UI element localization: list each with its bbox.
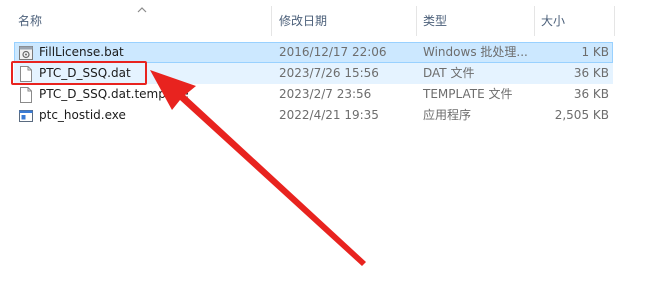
file-type: TEMPLATE 文件 (423, 87, 513, 101)
file-name: PTC_D_SSQ.dat.template (39, 87, 189, 101)
file-row-ptc-hostid-exe[interactable]: ptc_hostid.exe 2022/4/21 19:35 应用程序 2,50… (14, 105, 613, 126)
column-header-bar: 名称 修改日期 类型 大小 (0, 0, 666, 36)
batch-file-icon (19, 46, 33, 60)
file-modified: 2023/2/7 23:56 (279, 87, 372, 101)
column-divider[interactable] (271, 6, 272, 36)
file-row-filllicense[interactable]: FillLicense.bat 2016/12/17 22:06 Windows… (14, 42, 613, 63)
file-type: Windows 批处理... (423, 45, 528, 59)
document-file-icon (20, 87, 32, 103)
file-modified: 2022/4/21 19:35 (279, 108, 379, 122)
application-exe-icon (19, 110, 33, 122)
file-size: 36 KB (573, 66, 609, 80)
file-modified: 2023/7/26 15:56 (279, 66, 379, 80)
document-file-icon (20, 66, 32, 82)
file-name: ptc_hostid.exe (39, 108, 126, 122)
file-row-ptc-d-ssq-template[interactable]: PTC_D_SSQ.dat.template 2023/2/7 23:56 TE… (14, 84, 613, 105)
column-divider[interactable] (614, 6, 615, 36)
file-size: 2,505 KB (554, 108, 609, 122)
file-size: 1 KB (581, 45, 609, 59)
file-explorer-window: 名称 修改日期 类型 大小 FillLicense.bat 2016/12/17… (0, 0, 666, 288)
file-type: DAT 文件 (423, 66, 475, 80)
column-header-size[interactable]: 大小 (535, 0, 613, 36)
column-header-name[interactable]: 名称 (12, 0, 270, 36)
file-modified: 2016/12/17 22:06 (279, 45, 387, 59)
file-type: 应用程序 (423, 108, 472, 122)
file-name: FillLicense.bat (39, 45, 124, 59)
file-name: PTC_D_SSQ.dat (39, 66, 131, 80)
file-size: 36 KB (573, 87, 609, 101)
column-header-modified[interactable]: 修改日期 (273, 0, 415, 36)
file-row-ptc-d-ssq-dat[interactable]: PTC_D_SSQ.dat 2023/7/26 15:56 DAT 文件 36 … (14, 63, 613, 84)
column-header-type[interactable]: 类型 (417, 0, 533, 36)
